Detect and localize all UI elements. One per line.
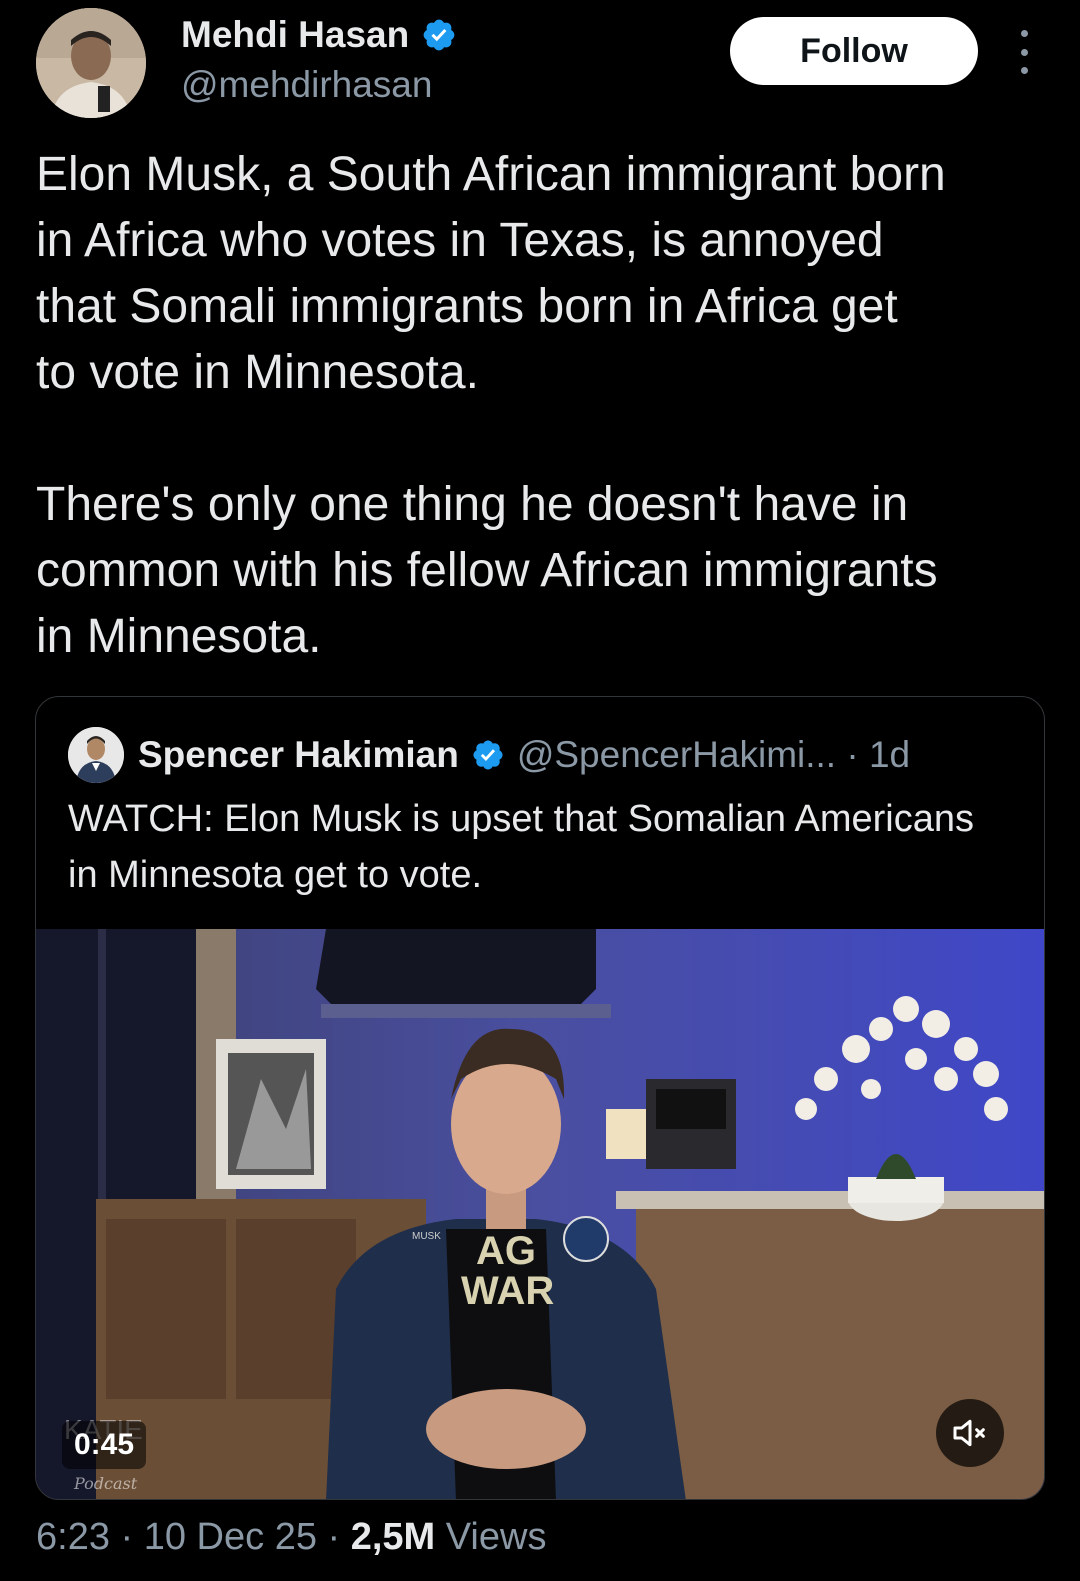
author-avatar[interactable]: [36, 8, 146, 118]
tweet-timestamp[interactable]: 6:23 · 10 Dec 25 ·: [36, 1516, 351, 1558]
more-options-icon[interactable]: [1010, 30, 1038, 74]
shirt-print-line1: AG: [476, 1229, 536, 1273]
quoted-author-avatar[interactable]: [68, 727, 124, 783]
verified-badge-icon: [423, 19, 455, 51]
views-label: Views: [435, 1516, 547, 1558]
follow-button[interactable]: Follow: [730, 17, 978, 85]
tweet-meta: 6:23 · 10 Dec 25 · 2,5M Views: [36, 1516, 546, 1559]
verified-badge-icon: [473, 740, 503, 770]
author-name[interactable]: Mehdi Hasan: [181, 14, 409, 56]
watermark-podcast: Podcast: [73, 1474, 138, 1493]
speaker-muted-icon: [953, 1419, 985, 1447]
video-player[interactable]: AG WAR MUSK KATIE Podcast 0:45: [36, 929, 1044, 1499]
tweet-text: Elon Musk, a South African immigrant bor…: [36, 148, 946, 663]
video-frame: AG WAR MUSK KATIE Podcast: [36, 929, 1044, 1499]
shirt-print-line2: WAR: [461, 1269, 554, 1313]
author-handle[interactable]: @mehdirhasan: [181, 64, 432, 106]
video-duration: 0:45: [62, 1421, 147, 1469]
views-count: 2,5M: [350, 1516, 436, 1558]
quoted-tweet-header: Spencer Hakimian @SpencerHakimi... · 1d: [68, 727, 910, 783]
quoted-tweet[interactable]: Spencer Hakimian @SpencerHakimi... · 1d …: [35, 696, 1045, 1500]
quoted-author-handle: @SpencerHakimi... · 1d: [516, 734, 911, 775]
jacket-patch: MUSK: [412, 1231, 441, 1242]
mute-button[interactable]: [936, 1399, 1004, 1467]
author-name-row: Mehdi Hasan: [181, 14, 457, 56]
quoted-author-name: Spencer Hakimian: [138, 734, 459, 775]
quoted-tweet-text: WATCH: Elon Musk is upset that Somalian …: [68, 798, 974, 896]
